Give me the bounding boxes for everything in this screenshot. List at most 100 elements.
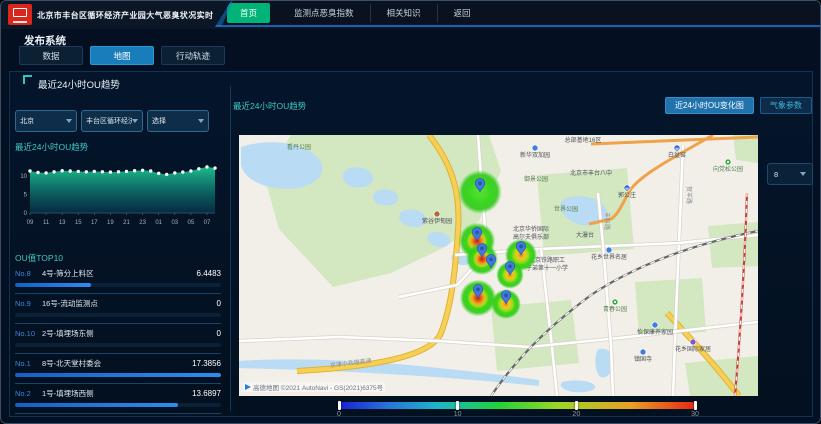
colorbar-tick-label: 20 xyxy=(572,411,580,418)
panel-title: 最近24小时OU趋势 xyxy=(38,77,120,91)
colorbar-tick-label: 0 xyxy=(337,411,341,418)
svg-text:15: 15 xyxy=(75,220,82,226)
top-item-bar-fill xyxy=(15,373,221,377)
svg-text:镇国寺: 镇国寺 xyxy=(634,355,652,363)
app-window: 北京市丰台区循环经济产业园大气恶臭状况实时 首页监测点恶臭指数相关知识返回 发布… xyxy=(0,0,821,424)
top-item-value: 13.6897 xyxy=(192,389,221,398)
svg-text:0: 0 xyxy=(24,211,28,217)
content-panel: 最近24小时OU趋势 北京丰台区循环经济产选择 最近24小时OU趋势 05100… xyxy=(9,71,813,417)
top-item-rank: No.2 xyxy=(15,389,42,398)
nav-item-back[interactable]: 返回 xyxy=(437,4,487,22)
svg-text:03: 03 xyxy=(171,220,178,226)
map-canvas[interactable]: 看丹公园新华双加园御景公园总部基地16区北京市丰台八中世界公园紫谷伊甸园北京华侨… xyxy=(239,135,758,396)
select-point[interactable]: 选择 xyxy=(147,110,209,132)
svg-text:北京华侨国际: 北京华侨国际 xyxy=(513,225,549,233)
svg-text:17: 17 xyxy=(91,220,98,226)
map-label: 大瀑台 xyxy=(576,231,594,239)
ou-top-title: OU值TOP10 xyxy=(15,252,63,264)
top-item-name: 4号-筛分上料区 xyxy=(42,268,197,279)
map-container[interactable]: 看丹公园新华双加园御景公园总部基地16区北京市丰台八中世界公园紫谷伊甸园北京华侨… xyxy=(239,135,758,396)
top-item-bar-fill xyxy=(15,403,178,407)
nav-item-knowledge[interactable]: 相关知识 xyxy=(370,4,437,22)
button-weather[interactable]: 气象参数 xyxy=(760,97,812,114)
map-attribution: 高德地图 ©2021 AutoNavi - GS(2021)6375号 xyxy=(243,382,385,392)
svg-text:总部基地16区: 总部基地16区 xyxy=(565,136,602,144)
svg-text:大瀑台: 大瀑台 xyxy=(576,231,594,239)
top-item-name: 8号-北天堂村委会 xyxy=(42,358,192,369)
svg-text:看丹公园: 看丹公园 xyxy=(287,143,311,151)
filter-selects: 北京丰台区循环经济产选择 xyxy=(15,110,209,132)
top-item-rank: No.10 xyxy=(15,329,42,338)
top-item-name: 1号-填埋场西侧 xyxy=(42,388,192,399)
hour-select[interactable]: 8 xyxy=(767,163,813,185)
ou-top-list: No.84号-筛分上料区6.4483No.916号-流动监测点0No.102号-… xyxy=(15,264,221,414)
svg-text:世界公园: 世界公园 xyxy=(554,205,578,213)
svg-text:05: 05 xyxy=(188,220,195,226)
svg-text:10: 10 xyxy=(20,174,27,180)
button-ou-change[interactable]: 近24小时OU变化图 xyxy=(665,97,754,114)
top-item-value: 0 xyxy=(217,299,221,308)
map-label: 北京市丰台八中 xyxy=(570,169,612,177)
top-item: No.102号-填埋场东侧0 xyxy=(15,324,221,354)
top-item-name: 16号-流动监测点 xyxy=(42,298,217,309)
tab-data[interactable]: 数据 xyxy=(19,46,83,65)
autonavi-logo-icon xyxy=(245,384,251,390)
app-header: 北京市丰台区循环经济产业园大气恶臭状况实时 首页监测点恶臭指数相关知识返回 xyxy=(1,1,820,29)
svg-text:向党松公园: 向党松公园 xyxy=(713,165,743,173)
main-nav: 首页监测点恶臭指数相关知识返回 xyxy=(201,1,820,27)
svg-text:07: 07 xyxy=(204,220,211,226)
top-item-rank: No.9 xyxy=(15,299,42,308)
select-park[interactable]: 丰台区循环经济产 xyxy=(81,110,143,132)
svg-text:青春公园: 青春公园 xyxy=(603,305,627,313)
panel-corner-accent xyxy=(23,75,32,84)
svg-text:白盆窑: 白盆窑 xyxy=(668,151,686,159)
svg-text:怡保康养家园: 怡保康养家园 xyxy=(637,328,673,336)
svg-text:北京市丰台八中: 北京市丰台八中 xyxy=(570,169,612,177)
map-label: 丰科路 xyxy=(603,212,611,230)
nav-item-home[interactable]: 首页 xyxy=(227,3,270,23)
svg-text:19: 19 xyxy=(107,220,114,226)
top-item-row: No.102号-填埋场东侧0 xyxy=(15,328,221,339)
svg-text:13: 13 xyxy=(59,220,66,226)
nav-item-odor-index[interactable]: 监测点恶臭指数 xyxy=(278,4,370,22)
sidebar: 北京丰台区循环经济产选择 最近24小时OU趋势 0510091113151719… xyxy=(14,94,226,412)
app-title: 北京市丰台区循环经济产业园大气恶臭状况实时 xyxy=(37,10,213,21)
top-item-bar-track xyxy=(15,373,221,377)
top-item-value: 0 xyxy=(217,329,221,338)
top-item-rank: No.1 xyxy=(15,359,42,368)
map-label: 总部基地16区 xyxy=(565,136,602,144)
svg-text:贺羊路: 贺羊路 xyxy=(685,186,693,204)
top-item: No.21号-填埋场西侧13.6897 xyxy=(15,384,221,414)
top-item-bar-fill xyxy=(15,283,91,287)
chevron-down-icon xyxy=(198,119,204,123)
chevron-down-icon xyxy=(132,119,138,123)
select-point-value: 选择 xyxy=(152,116,198,126)
tab-map[interactable]: 地图 xyxy=(90,46,154,65)
top-item-value: 17.3856 xyxy=(192,359,221,368)
colorbar-marker xyxy=(694,401,697,410)
svg-text:21: 21 xyxy=(123,220,130,226)
colorbar-tick-label: 30 xyxy=(691,411,699,418)
svg-text:5: 5 xyxy=(24,192,28,198)
tab-track[interactable]: 行动轨迹 xyxy=(161,46,225,65)
top-item-bar-track xyxy=(15,313,221,317)
svg-text:花乡世界名居: 花乡世界名居 xyxy=(591,253,627,261)
colorbar-marker xyxy=(456,401,459,410)
map-label: 北京华侨国际 xyxy=(513,225,549,233)
map-buttons: 近24小时OU变化图气象参数 xyxy=(665,97,812,114)
app-logo-icon xyxy=(8,4,32,25)
top-item-value: 6.4483 xyxy=(197,269,221,278)
map-section-title: 最近24小时OU趋势 xyxy=(233,100,306,112)
svg-text:23: 23 xyxy=(139,220,146,226)
svg-text:御景公园: 御景公园 xyxy=(524,175,548,183)
map-label: 世界公园 xyxy=(554,205,578,213)
view-tabs: 数据地图行动轨迹 xyxy=(19,46,225,65)
top-item-bar-track xyxy=(15,283,221,287)
svg-text:01: 01 xyxy=(155,220,162,226)
select-city[interactable]: 北京 xyxy=(15,110,77,132)
map-attribution-text: 高德地图 ©2021 AutoNavi - GS(2021)6375号 xyxy=(253,382,383,392)
top-item-rank: No.8 xyxy=(15,269,42,278)
top-item-row: No.18号-北天堂村委会17.3856 xyxy=(15,358,221,369)
map-label: 御景公园 xyxy=(524,175,548,183)
top-item-row: No.916号-流动监测点0 xyxy=(15,298,221,309)
